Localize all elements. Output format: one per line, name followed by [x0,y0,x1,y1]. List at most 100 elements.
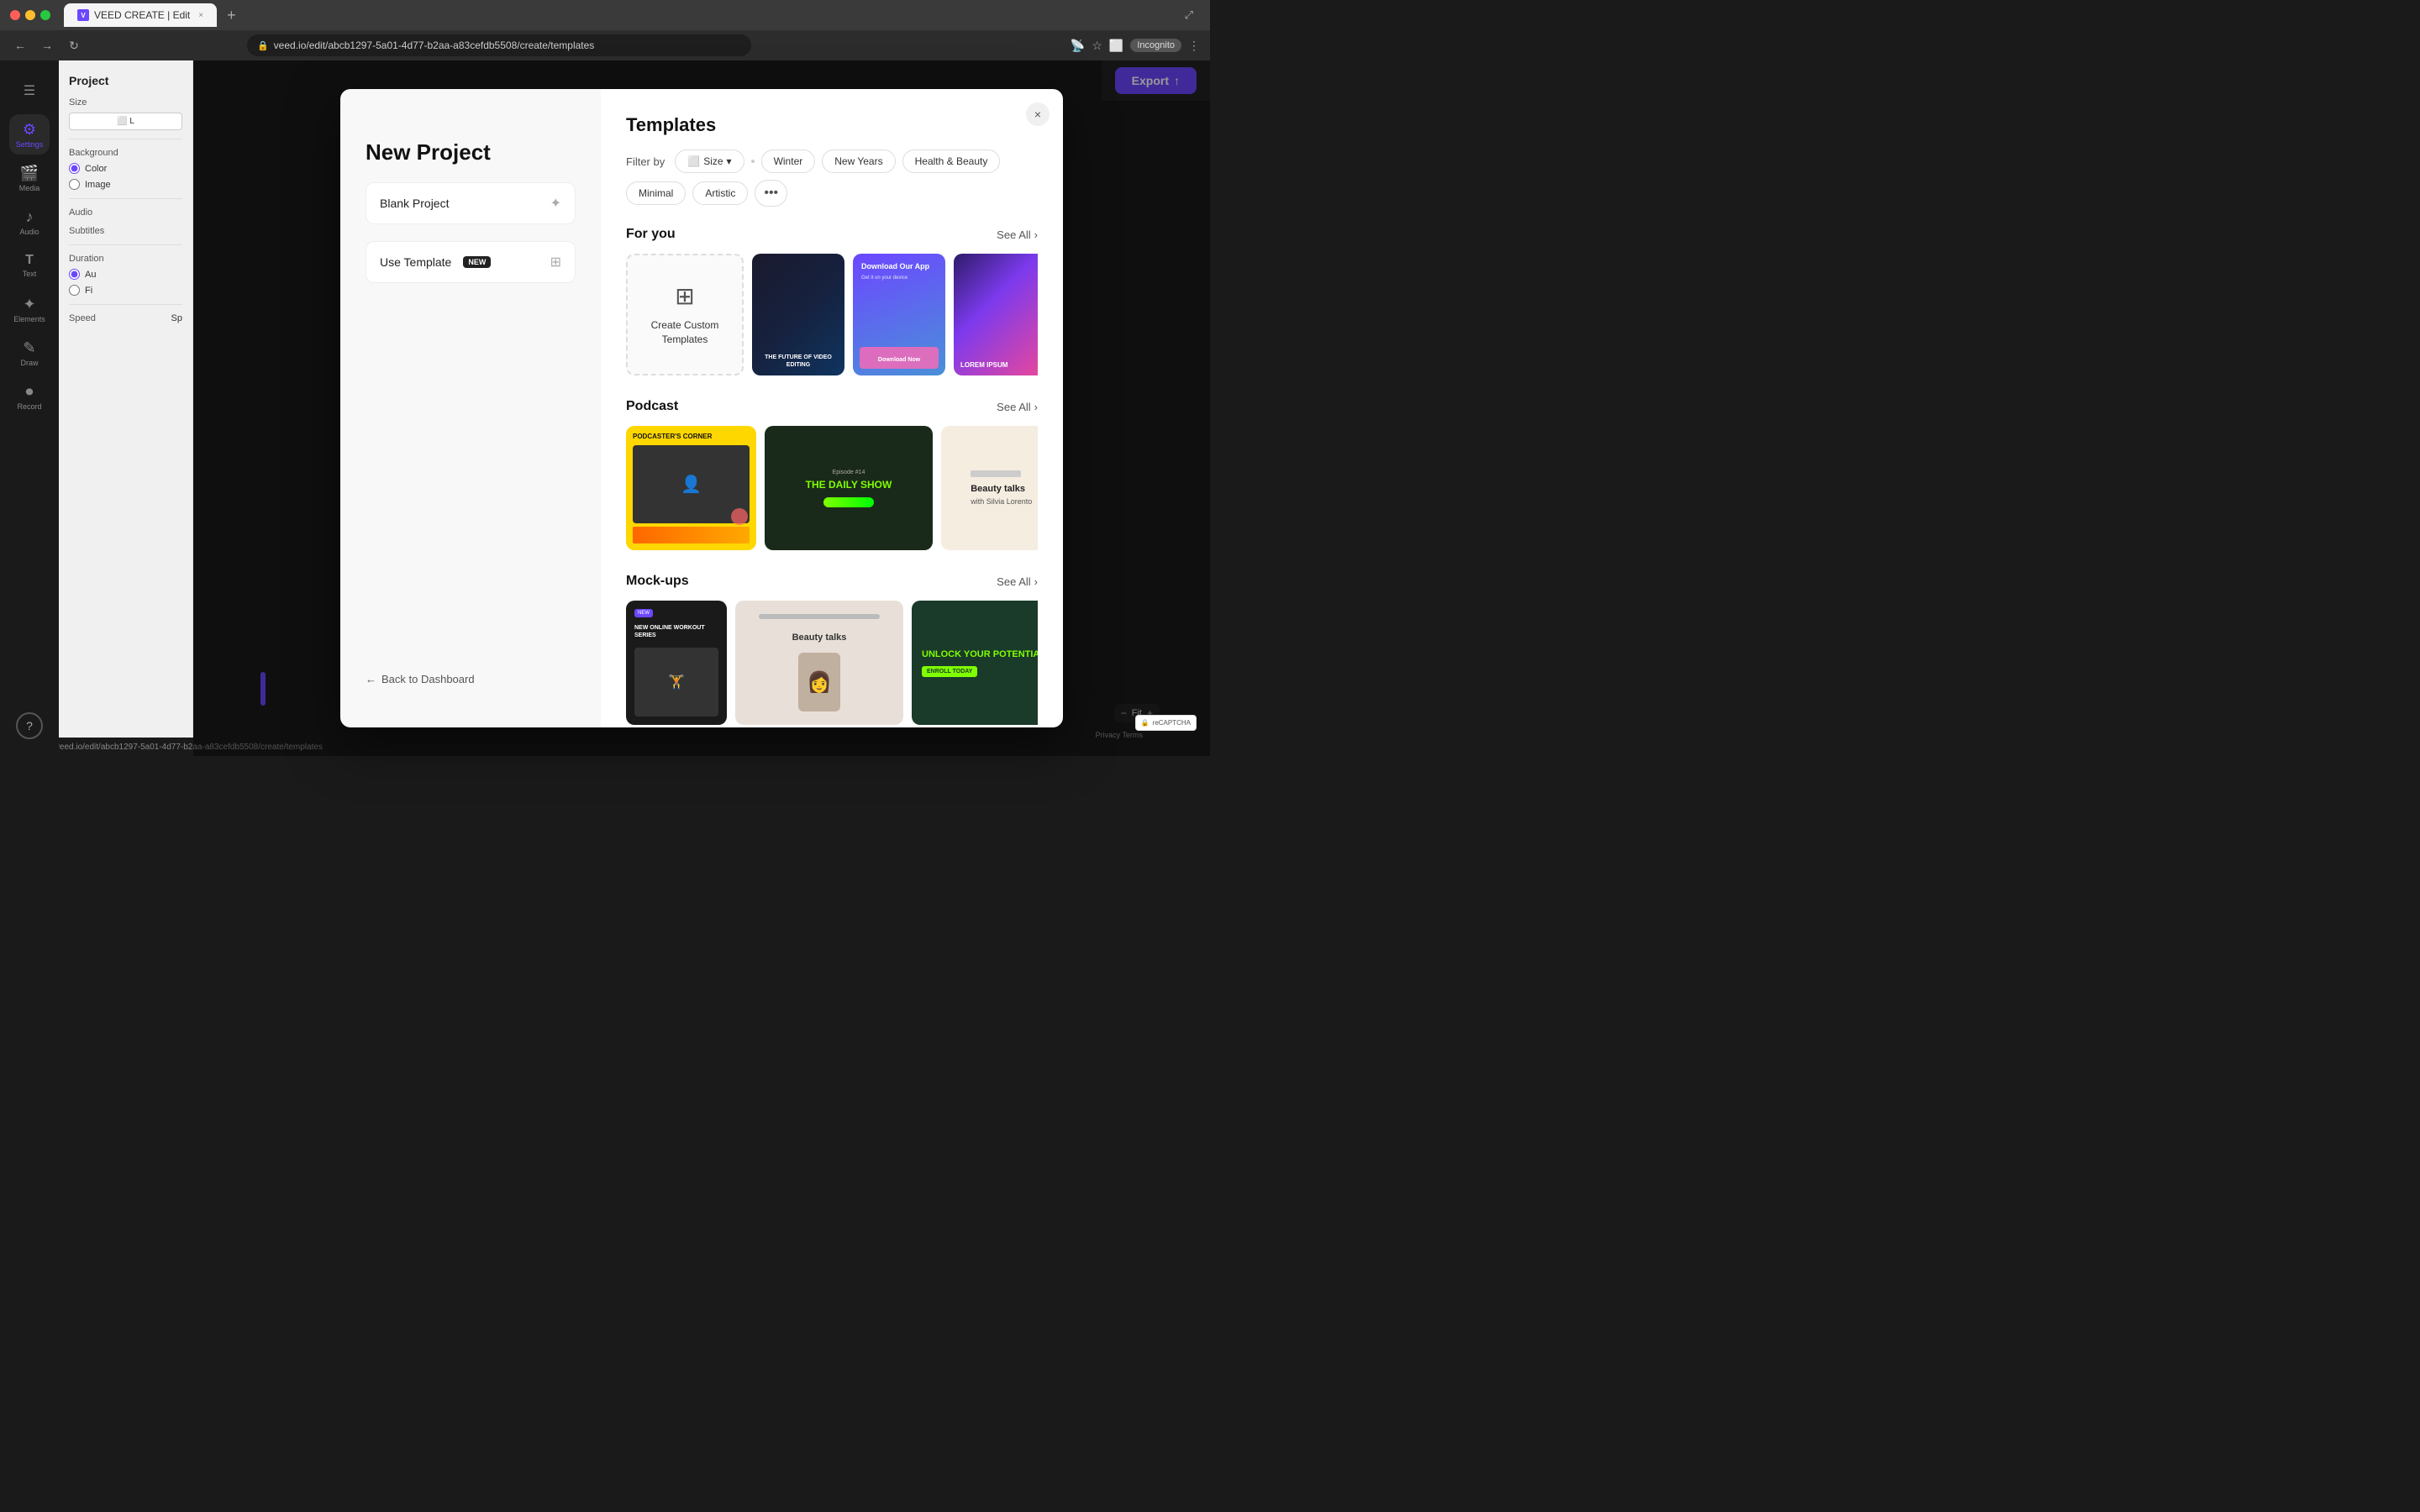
use-template-option[interactable]: Use Template NEW ⊞ [366,241,576,283]
blank-project-label: Blank Project [380,197,449,210]
back-button[interactable]: ← [10,39,30,52]
editor-area: Export ↑ − Fit + New Project Blank Proje… [193,60,1210,756]
future-video-text: THE FUTURE OF VIDEO EDITING [759,354,838,369]
daily-show-preview: Episode #14 THE DAILY SHOW [765,426,933,550]
maximize-window-button[interactable] [40,10,50,20]
lorem-ipsum-template-card[interactable]: LOREM IPSUM [954,254,1038,375]
mockups-see-all-icon: › [1034,575,1038,588]
color-option[interactable]: Color [69,163,182,174]
extensions-icon[interactable]: ⬜ [1109,39,1123,53]
modal-close-button[interactable]: × [1026,102,1050,126]
new-online-workout-card[interactable]: NEW NEW ONLINE WORKOUT SERIES 🏋 [626,601,727,725]
sparkle-icon: ✦ [550,195,561,212]
size-filter-button[interactable]: ⬜ Size ▾ [675,150,744,173]
workout-preview: NEW NEW ONLINE WORKOUT SERIES 🏋 [626,601,727,725]
see-all-chevron-icon: › [1034,228,1038,241]
unlock-potential-card[interactable]: Unlock Your Potential ENROLL TODAY [912,601,1038,725]
for-you-section-header: For you See All › [626,227,1038,242]
more-filters-button[interactable]: ••• [755,180,787,207]
mockups-see-all-label: See All [997,575,1030,588]
orientation-selector: ⬜ L [69,113,182,130]
sidebar-menu-toggle[interactable]: ☰ [9,71,50,111]
browser-menu-icon[interactable]: ⋮ [1188,39,1200,53]
active-tab[interactable]: V VEED CREATE | Edit × [64,3,217,27]
refresh-button[interactable]: ↻ [64,39,84,53]
health-beauty-filter-button[interactable]: Health & Beauty [902,150,1001,173]
tab-close-button[interactable]: × [198,11,203,20]
image-option[interactable]: Image [69,179,182,190]
address-bar[interactable]: 🔒 veed.io/edit/abcb1297-5a01-4d77-b2aa-a… [247,34,751,56]
fixed-duration-option[interactable]: Fi [69,285,182,296]
beauty-talks-sub: with Silvia Lorento [971,497,1032,506]
for-you-see-all[interactable]: See All › [997,228,1038,241]
side-panel: Project Size ⬜ L Background Color Image … [59,60,193,756]
image-radio[interactable] [69,179,80,190]
create-custom-templates-card[interactable]: ⊞ Create Custom Templates [626,254,744,375]
new-project-modal: New Project Blank Project ✦ Use Template… [340,89,1063,727]
bookmark-icon[interactable]: ☆ [1092,39,1102,53]
sidebar-elements-label: Elements [13,315,45,323]
auto-duration-option[interactable]: Au [69,269,182,280]
workout-badge: NEW [634,609,653,617]
download-app-sub: Get it on your device [861,276,908,281]
beauty-talks-phone-card[interactable]: Beauty talks 👩 [735,601,903,725]
sidebar-item-audio[interactable]: ♪ Audio [9,202,50,242]
future-video-preview: THE FUTURE OF VIDEO EDITING [752,254,844,375]
panel-divider-2 [69,198,182,199]
restore-down-icon[interactable]: ⤢ [1185,8,1193,22]
draw-icon: ✎ [23,339,35,357]
unlock-potential-title: Unlock Your Potential [922,648,1038,660]
mockups-see-all[interactable]: See All › [997,575,1038,588]
sidebar-item-elements[interactable]: ✦ Elements [9,289,50,329]
sidebar-item-draw[interactable]: ✎ Draw [9,333,50,373]
hamburger-icon: ☰ [24,82,35,99]
workout-image-placeholder: 🏋 [668,674,685,690]
podcast-see-all[interactable]: See All › [997,401,1038,413]
landscape-button[interactable]: ⬜ L [69,113,182,130]
new-years-filter-button[interactable]: New Years [822,150,895,173]
minimize-window-button[interactable] [25,10,35,20]
app-container: ☰ ⚙ Settings 🎬 Media ♪ Audio T Text ✦ El… [0,60,1210,756]
podcast-section-header: Podcast See All › [626,399,1038,414]
download-app-template-card[interactable]: Download Our App Get it on your device D… [853,254,945,375]
audio-icon: ♪ [26,208,34,226]
color-label: Color [85,164,107,174]
cast-icon[interactable]: 📡 [1071,39,1085,53]
sidebar-item-settings[interactable]: ⚙ Settings [9,114,50,155]
close-window-button[interactable] [10,10,20,20]
filter-separator [751,160,755,163]
daily-show-waveform [823,497,874,507]
download-app-title: Download Our App [861,262,929,272]
podcast-badge [731,508,748,525]
minimal-filter-button[interactable]: Minimal [626,181,686,205]
back-to-dashboard-link[interactable]: ← Back to Dashboard [366,664,576,694]
new-tab-button[interactable]: + [220,7,243,24]
sidebar-item-record[interactable]: ⏺ Record [9,376,50,417]
daily-show-title: THE DAILY SHOW [806,479,892,491]
tab-favicon: V [77,9,89,21]
forward-button[interactable]: → [37,39,57,52]
panel-divider-3 [69,244,182,245]
lorem-ipsum-text: LOREM IPSUM [960,361,1007,369]
future-video-template-card[interactable]: THE FUTURE OF VIDEO EDITING [752,254,844,375]
beauty-talks-preview: Beauty talks with Silvia Lorento 👩 [941,426,1038,550]
mockups-title: Mock-ups [626,574,689,589]
podcasters-corner-card[interactable]: PODCASTER'S CORNER 👤 [626,426,756,550]
sidebar-item-media[interactable]: 🎬 Media [9,158,50,198]
auto-duration-radio[interactable] [69,269,80,280]
winter-filter-button[interactable]: Winter [761,150,816,173]
size-filter-label: Size [703,155,723,167]
help-button[interactable]: ? [16,712,43,739]
new-badge: NEW [463,256,491,268]
secure-connection-icon: 🔒 [257,40,269,51]
blank-project-option[interactable]: Blank Project ✦ [366,182,576,224]
beauty-talks-card[interactable]: Beauty talks with Silvia Lorento 👩 [941,426,1038,550]
color-radio[interactable] [69,163,80,174]
elements-icon: ✦ [23,296,35,313]
artistic-filter-button[interactable]: Artistic [692,181,748,205]
sidebar-item-text[interactable]: T Text [9,245,50,286]
panel-divider-4 [69,304,182,305]
daily-show-card[interactable]: Episode #14 THE DAILY SHOW [765,426,933,550]
fixed-duration-radio[interactable] [69,285,80,296]
duration-section-label: Duration [69,254,182,264]
